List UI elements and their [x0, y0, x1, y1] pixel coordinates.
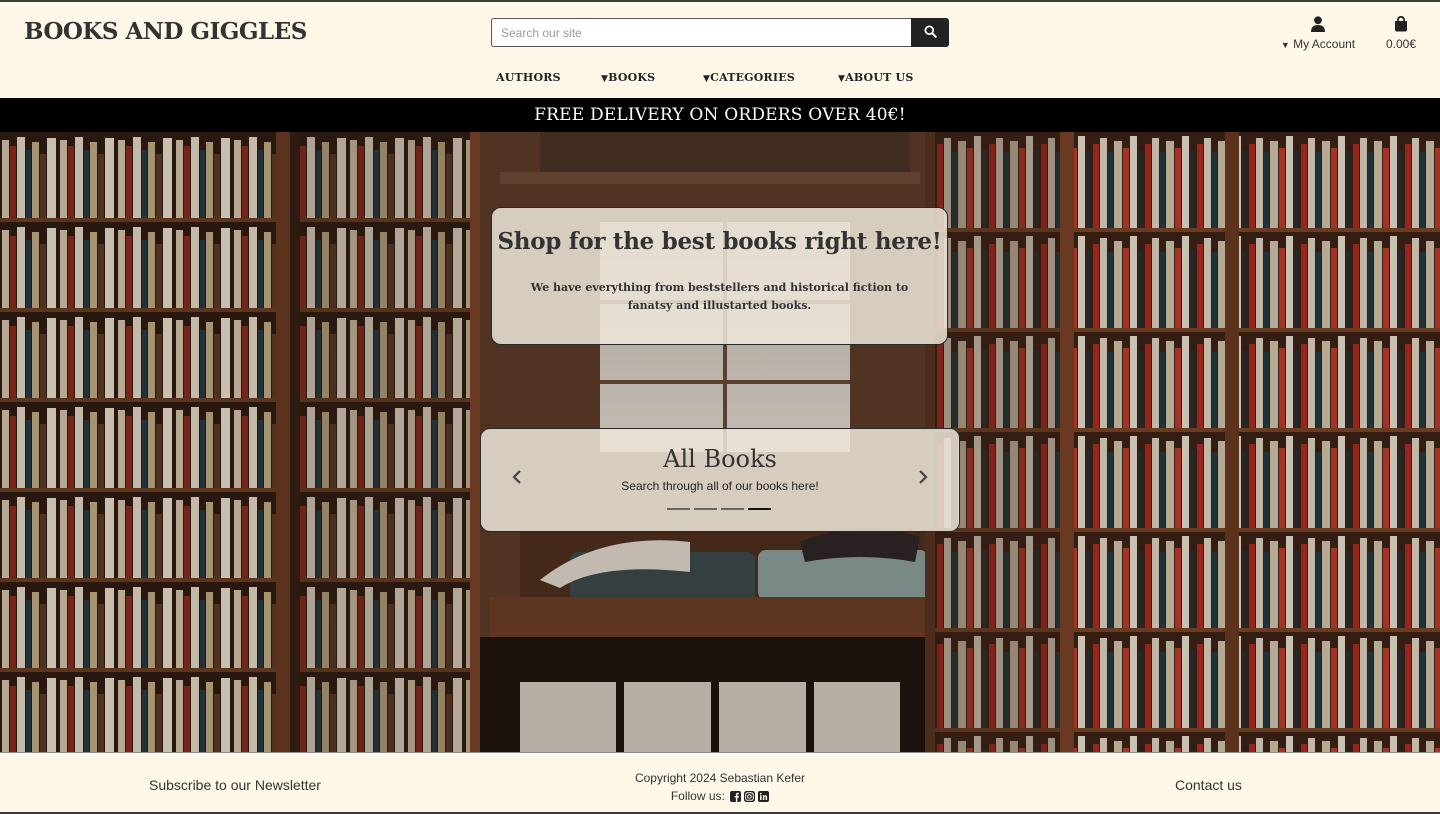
carousel-indicator[interactable] — [667, 508, 690, 510]
linkedin-icon[interactable] — [758, 791, 770, 802]
shopping-bag[interactable]: 0.00€ — [1380, 15, 1422, 51]
category-carousel[interactable]: All Books Search through all of our book… — [480, 428, 960, 532]
search-input[interactable] — [491, 18, 911, 47]
footer-center: Copyright 2024 Sebastian Kefer Follow us… — [560, 769, 880, 805]
facebook-icon[interactable] — [730, 791, 742, 802]
my-account-menu[interactable]: ▼ My Account — [1272, 16, 1364, 51]
carousel-prev-button[interactable] — [507, 469, 527, 489]
chevron-right-icon — [917, 469, 929, 490]
user-icon — [1272, 16, 1364, 35]
carousel-next-button[interactable] — [913, 469, 933, 489]
intro-card: Shop for the best books right here! We h… — [491, 207, 948, 345]
carousel-indicator[interactable] — [694, 508, 717, 510]
site-header: BOOKS AND GIGGLES ▼ — [0, 2, 1440, 98]
carousel-indicators — [667, 508, 771, 510]
follow-us-label: Follow us: — [670, 789, 725, 803]
search-form — [491, 18, 949, 47]
carousel-slide-subtitle: Search through all of our books here! — [621, 479, 819, 493]
contact-us-link[interactable]: Contact us — [1175, 777, 1242, 793]
site-footer: Subscribe to our Newsletter Copyright 20… — [0, 752, 1440, 812]
social-links — [730, 791, 770, 802]
main-nav: AUTHORS ▼BOOKS ▼CATEGORIES ▼ABOUT US — [0, 71, 1440, 89]
newsletter-link[interactable]: Subscribe to our Newsletter — [149, 777, 321, 793]
copyright-text: Copyright 2024 Sebastian Kefer — [634, 771, 806, 785]
nav-categories[interactable]: ▼CATEGORIES — [703, 71, 795, 84]
nav-about-us[interactable]: ▼ABOUT US — [838, 71, 914, 84]
carousel-indicator-active[interactable] — [748, 508, 771, 510]
site-logo[interactable]: BOOKS AND GIGGLES — [24, 18, 307, 45]
shopping-bag-icon — [1380, 15, 1422, 35]
hero-section: Shop for the best books right here! We h… — [0, 132, 1440, 752]
nav-about-us-label: ABOUT US — [845, 71, 914, 84]
page: BOOKS AND GIGGLES ▼ — [0, 0, 1440, 814]
chevron-left-icon — [511, 469, 523, 490]
nav-books[interactable]: ▼BOOKS — [601, 71, 655, 84]
free-delivery-banner: FREE DELIVERY ON ORDERS OVER 40€! — [0, 98, 1440, 132]
search-icon — [923, 24, 937, 41]
chevron-down-icon: ▼ — [1280, 40, 1290, 50]
hero-text: We have everything from beststellers and… — [530, 281, 909, 312]
nav-authors-label: AUTHORS — [496, 71, 561, 84]
carousel-slide-title[interactable]: All Books — [481, 445, 959, 473]
nav-books-label: BOOKS — [608, 71, 656, 84]
nav-authors[interactable]: AUTHORS — [496, 71, 561, 84]
nav-categories-label: CATEGORIES — [710, 71, 795, 84]
search-button[interactable] — [911, 18, 949, 47]
bag-total: 0.00€ — [1385, 37, 1417, 51]
carousel-indicator[interactable] — [721, 508, 744, 510]
instagram-icon[interactable] — [744, 791, 756, 802]
hero-title: Shop for the best books right here! — [497, 228, 942, 255]
my-account-label: My Account — [1293, 37, 1356, 51]
follow-us: Follow us: — [560, 787, 880, 805]
